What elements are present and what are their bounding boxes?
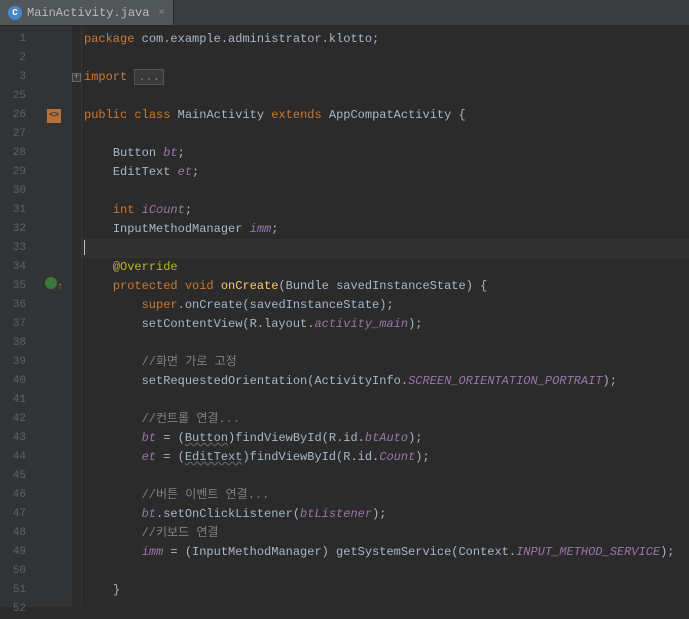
code-line [82,562,689,581]
tab-label: MainActivity.java [27,6,149,20]
caret [84,240,85,255]
code-line: bt.setOnClickListener(btListener); [82,505,689,524]
code-line: protected void onCreate(Bundle savedInst… [82,277,689,296]
code-line: bt = (Button)findViewById(R.id.btAuto); [82,429,689,448]
code-line [82,391,689,410]
line-number: 40 [0,372,26,391]
fold-column: + [72,26,82,607]
tab-main-activity[interactable]: C MainActivity.java × [0,0,174,25]
line-number: 51 [0,581,26,600]
line-number: 27 [0,125,26,144]
code-line [82,334,689,353]
tab-bar: C MainActivity.java × [0,0,689,26]
line-number: 42 [0,410,26,429]
line-number: 32 [0,220,26,239]
line-number: 35 [0,277,26,296]
line-number: 31 [0,201,26,220]
code-line: super.onCreate(savedInstanceState); [82,296,689,315]
line-number: 48 [0,524,26,543]
line-number: 26 [0,106,26,125]
line-number: 49 [0,543,26,562]
code-line-current [82,239,689,258]
code-line: //화면 가로 고정 [82,353,689,372]
line-number: 47 [0,505,26,524]
line-number: 34 [0,258,26,277]
close-icon[interactable]: × [158,7,165,19]
line-number: 36 [0,296,26,315]
code-line [82,125,689,144]
line-number: 29 [0,163,26,182]
code-line [82,467,689,486]
code-line: EditText et; [82,163,689,182]
code-line: @Override [82,258,689,277]
folded-imports[interactable]: ... [134,69,164,85]
code-line [82,87,689,106]
override-gutter-icon[interactable]: ↑ [45,277,63,297]
line-number: 50 [0,562,26,581]
line-number: 30 [0,182,26,201]
line-number: 3 [0,68,26,87]
line-number: 2 [0,49,26,68]
line-number: 44 [0,448,26,467]
code-line: InputMethodManager imm; [82,220,689,239]
line-number: 33 [0,239,26,258]
code-area[interactable]: package com.example.administrator.klotto… [82,26,689,607]
line-number: 37 [0,315,26,334]
line-number: 41 [0,391,26,410]
line-number: 45 [0,467,26,486]
code-line: package com.example.administrator.klotto… [82,30,689,49]
line-number-gutter: 1 2 3 25 26 27 28 29 30 31 32 33 34 35 3… [0,26,36,607]
fold-expand-icon[interactable]: + [72,73,81,82]
code-line: public class MainActivity extends AppCom… [82,106,689,125]
code-line: //컨트롤 연결... [82,410,689,429]
line-number: 43 [0,429,26,448]
line-number: 1 [0,30,26,49]
code-line: imm = (InputMethodManager) getSystemServ… [82,543,689,562]
code-line [82,182,689,201]
code-line: setContentView(R.layout.activity_main); [82,315,689,334]
code-line: //버튼 이벤트 연결... [82,486,689,505]
line-number: 38 [0,334,26,353]
line-number: 28 [0,144,26,163]
editor: 1 2 3 25 26 27 28 29 30 31 32 33 34 35 3… [0,26,689,607]
line-number: 39 [0,353,26,372]
line-number: 25 [0,87,26,106]
code-line: et = (EditText)findViewById(R.id.Count); [82,448,689,467]
class-gutter-icon[interactable]: <> [47,109,61,123]
line-number: 52 [0,600,26,619]
java-class-icon: C [8,6,22,20]
code-line: //키보드 연결 [82,524,689,543]
code-line: int iCount; [82,201,689,220]
line-number: 46 [0,486,26,505]
code-line: Button bt; [82,144,689,163]
code-line [82,49,689,68]
code-line: setRequestedOrientation(ActivityInfo.SCR… [82,372,689,391]
code-line [82,600,689,619]
code-line: } [82,581,689,600]
code-line: import ... [82,68,689,87]
gutter-icons: <> ↑ [36,26,72,607]
